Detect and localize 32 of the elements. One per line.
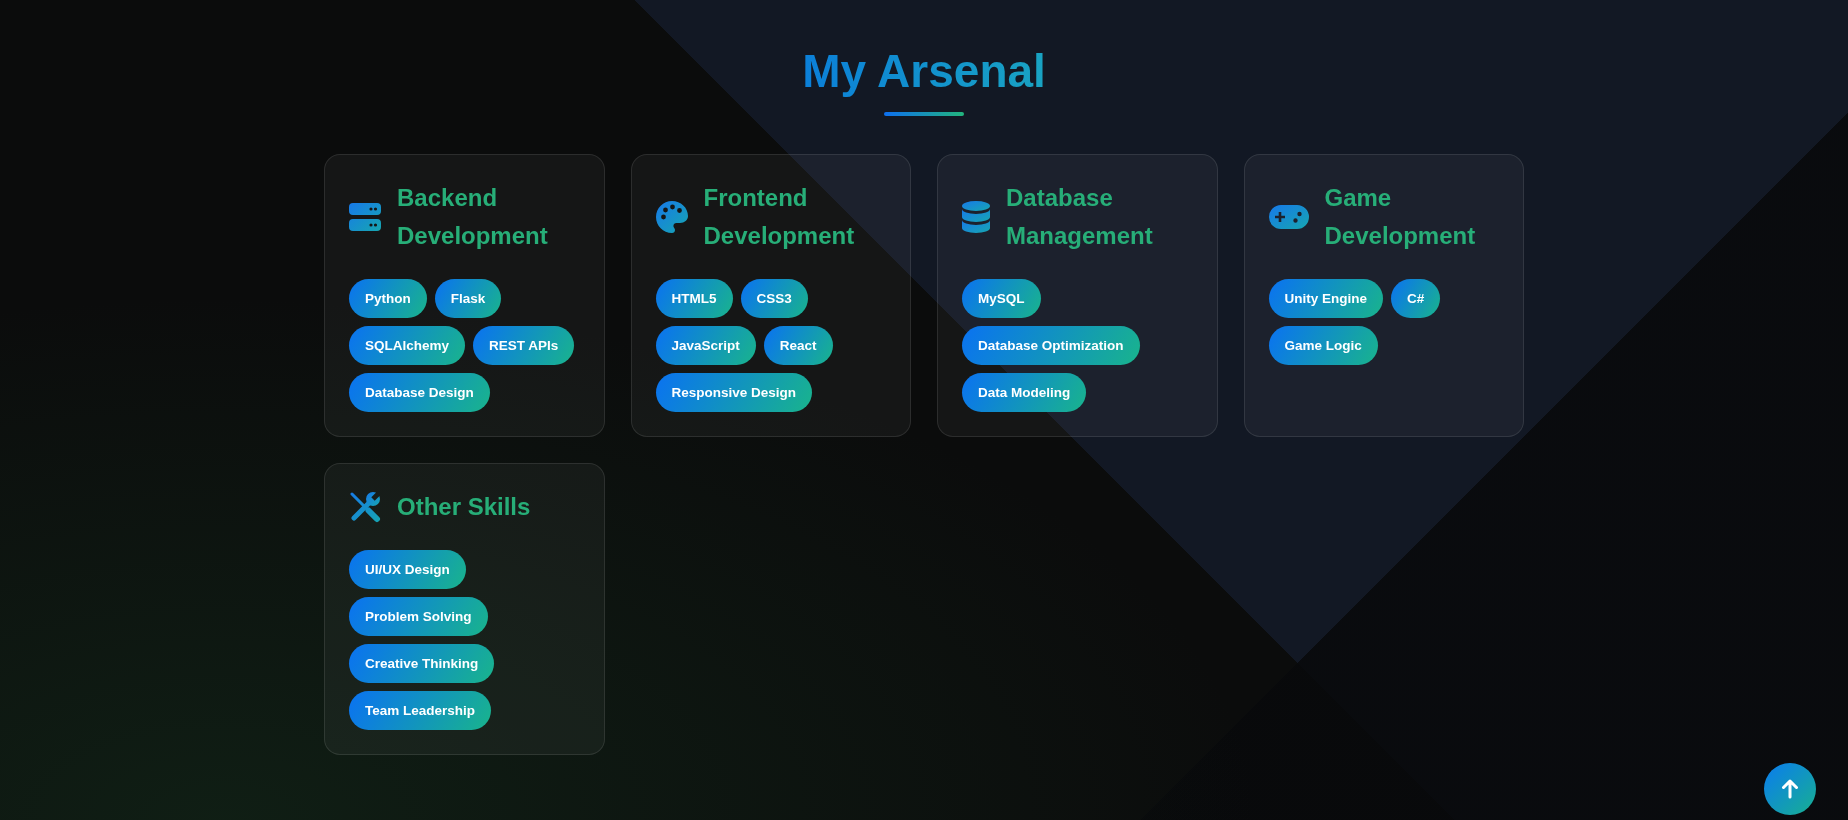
card-title: Other Skills: [397, 492, 531, 522]
card-title: Game Development: [1324, 183, 1477, 251]
skill-tag: React: [763, 326, 833, 365]
skill-tag: Creative Thinking: [349, 644, 495, 683]
skill-tag: HTML5: [655, 279, 733, 318]
skill-tag: CSS3: [740, 279, 808, 318]
server-icon: [349, 203, 381, 231]
scroll-to-top-button[interactable]: [1764, 763, 1816, 815]
card-title: Backend Development: [397, 183, 549, 251]
skill-tag: JavaScript: [655, 326, 756, 365]
skill-tag: SQLAlchemy: [349, 326, 466, 365]
skill-tag: Flask: [434, 279, 502, 318]
skill-tag: Unity Engine: [1268, 279, 1383, 318]
card-title: Frontend Development: [703, 183, 856, 251]
skill-tag: C#: [1391, 279, 1441, 318]
database-icon: [962, 201, 990, 233]
skill-tag: Problem Solving: [349, 597, 488, 636]
skill-tag: MySQL: [962, 279, 1041, 318]
skill-tag: Database Optimization: [962, 326, 1140, 365]
skill-tag: Game Logic: [1268, 326, 1378, 365]
skill-tag: Python: [349, 279, 427, 318]
palette-icon: [655, 201, 688, 233]
skill-tag: REST APIs: [473, 326, 575, 365]
skill-tag: Responsive Design: [655, 373, 813, 412]
tools-icon: [349, 491, 381, 523]
gamepad-icon: [1268, 205, 1309, 229]
arrow-up-icon: [1781, 779, 1799, 799]
skill-tag: Database Design: [349, 373, 490, 412]
skill-tag: UI/UX Design: [349, 550, 466, 589]
skill-tag: Data Modeling: [962, 373, 1087, 412]
skill-tag: Team Leadership: [349, 691, 492, 730]
card-title: Database Management: [1006, 183, 1154, 251]
